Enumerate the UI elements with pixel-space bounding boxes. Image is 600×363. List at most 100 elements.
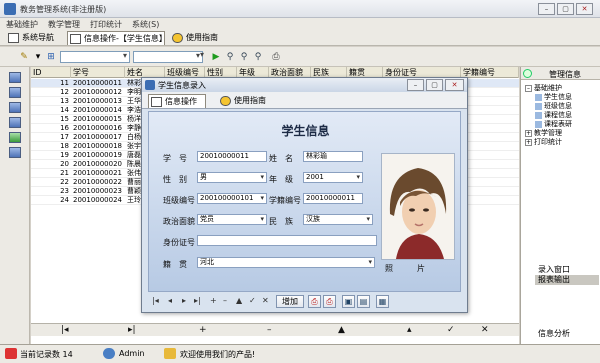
dialog-tab-help[interactable]: 使用指南 — [218, 94, 280, 108]
name-field[interactable]: 林彩瑜 — [303, 151, 363, 162]
dialog-maximize-button[interactable]: ▢ — [426, 79, 443, 91]
grid-delete-button[interactable]: – — [267, 325, 272, 335]
tree-item-label: 基础维护 — [534, 84, 562, 92]
student-no-field[interactable]: 20010000011 — [197, 151, 267, 162]
tree-item[interactable]: + 打印统计 — [525, 137, 562, 147]
dlg-post-button[interactable]: ✓ — [249, 296, 256, 305]
tree-expander-icon[interactable] — [535, 120, 542, 128]
tab-info[interactable]: 信息操作-【学生信息】 — [67, 31, 167, 45]
dialog-minimize-button[interactable]: – — [407, 79, 424, 91]
table-cell — [463, 106, 517, 115]
save-photo-icon[interactable]: ▦ — [376, 295, 389, 308]
dialog-tab-ops[interactable]: 信息操作 — [148, 94, 206, 108]
dlg-prev-button[interactable]: ◂ — [168, 296, 172, 305]
dlg-insert-button[interactable]: + — [210, 296, 217, 305]
search-icon[interactable]: ⚲ — [224, 51, 236, 63]
filter-icon[interactable]: ⊞ — [45, 51, 57, 63]
add-button[interactable]: 增加 — [276, 295, 304, 308]
tree-expander-icon[interactable]: + — [525, 138, 532, 146]
tree-expander-icon[interactable] — [535, 102, 542, 110]
dlg-cancel-button[interactable]: ✕ — [262, 296, 269, 305]
menu-teaching[interactable]: 教学管理 — [48, 19, 80, 30]
form-heading: 学生信息 — [281, 124, 330, 138]
politics-select[interactable]: 党员 — [197, 214, 267, 225]
pencil-icon[interactable]: ✎ — [18, 51, 30, 63]
gender-select[interactable]: 男 — [197, 172, 267, 183]
operator-combo[interactable] — [133, 51, 203, 63]
module-icon-1[interactable] — [9, 72, 21, 83]
grid-last-button[interactable]: ▸| — [128, 325, 136, 335]
print-preview-icon[interactable]: ⎙ — [308, 295, 321, 308]
dialog-tab-ops-label: 信息操作 — [165, 97, 197, 106]
play-icon[interactable]: ▶ — [210, 51, 222, 63]
module-icon-2[interactable] — [9, 87, 21, 98]
menu-basic[interactable]: 基础维护 — [6, 19, 38, 30]
help-icon — [172, 33, 183, 43]
tree-expander-icon[interactable] — [535, 111, 542, 119]
photo-clear-icon[interactable]: ▤ — [357, 295, 370, 308]
tree-expander-icon[interactable] — [535, 93, 542, 101]
table-cell: 20010000018 — [73, 142, 122, 150]
print-icon[interactable]: ⎙ — [270, 51, 282, 63]
grid-post-button[interactable]: ✓ — [447, 325, 455, 335]
minimize-button[interactable]: – — [538, 3, 555, 15]
grade-select[interactable]: 2001 — [303, 172, 363, 183]
tree-expander-icon[interactable]: + — [525, 129, 532, 137]
table-cell — [463, 97, 517, 106]
col-id[interactable]: ID — [31, 67, 71, 78]
refresh-icon[interactable] — [523, 69, 532, 78]
menu-system[interactable]: 系统(S) — [132, 19, 159, 30]
hometown-select[interactable]: 河北 — [197, 257, 375, 268]
window-title: 教务管理系统(非注册版) — [20, 5, 107, 14]
nav-icon — [8, 33, 19, 43]
find-next-icon[interactable]: ⚲ — [238, 51, 250, 63]
grid-up-button[interactable]: ▴ — [407, 325, 412, 335]
class-no-select[interactable]: 200100000101 — [197, 193, 267, 204]
dlg-first-button[interactable]: |◂ — [152, 296, 159, 305]
dlg-edit-button[interactable]: ▲ — [236, 296, 242, 305]
photo-load-icon[interactable]: ▣ — [342, 295, 355, 308]
grid-first-button[interactable]: |◂ — [61, 325, 69, 335]
info-icon — [70, 34, 81, 44]
module-icon-6[interactable] — [9, 147, 21, 158]
col-reg-no[interactable]: 学籍编号 — [461, 67, 519, 78]
table-cell: 20010000020 — [73, 160, 122, 168]
table-cell — [463, 196, 517, 205]
tab-navigation[interactable]: 系统导航 — [6, 31, 66, 45]
table-cell: 23 — [60, 187, 69, 195]
module-icon-4[interactable] — [9, 117, 21, 128]
dlg-last-button[interactable]: ▸| — [194, 296, 201, 305]
close-button[interactable]: ✕ — [576, 3, 593, 15]
col-student-no[interactable]: 学号 — [71, 67, 125, 78]
label-grade: 年 级 — [269, 175, 293, 184]
dialog-close-button[interactable]: ✕ — [445, 79, 464, 91]
print-icon[interactable]: ⎙ — [323, 295, 336, 308]
label-hometown: 籍 贯 — [163, 260, 187, 269]
table-cell — [463, 169, 517, 178]
menu-print[interactable]: 打印统计 — [90, 19, 122, 30]
import-window-button[interactable]: 录入窗口 — [535, 265, 599, 275]
dropdown-arrow-icon[interactable]: ▾ — [32, 51, 44, 63]
ethnicity-select[interactable]: 汉族 — [303, 214, 373, 225]
student-photo[interactable] — [381, 153, 455, 260]
grid-edit-button[interactable]: ▲ — [338, 325, 345, 335]
reg-no-field[interactable]: 20010000011 — [303, 193, 363, 204]
module-icon-5[interactable] — [9, 132, 21, 143]
maximize-button[interactable]: ▢ — [557, 3, 574, 15]
tab-help[interactable]: 使用指南 — [170, 31, 250, 45]
id-card-field[interactable] — [197, 235, 377, 246]
dlg-delete-button[interactable]: – — [223, 296, 227, 305]
welcome-text: 欢迎使用我们的产品! — [180, 350, 256, 359]
info-analysis-button[interactable]: 信息分析 — [535, 329, 599, 339]
dlg-next-button[interactable]: ▸ — [182, 296, 186, 305]
tree-expander-icon[interactable]: – — [525, 84, 532, 92]
field-combo[interactable] — [60, 51, 130, 63]
report-output-button[interactable]: 报表输出 — [535, 275, 599, 285]
module-icon-3[interactable] — [9, 102, 21, 113]
find-all-icon[interactable]: ⚲ — [252, 51, 264, 63]
grid-cancel-button[interactable]: ✕ — [481, 325, 489, 335]
grid-add-button[interactable]: + — [199, 325, 207, 335]
ops-icon — [151, 97, 162, 107]
label-class-no: 班级编号 — [163, 196, 195, 205]
table-cell: 15 — [60, 115, 69, 123]
